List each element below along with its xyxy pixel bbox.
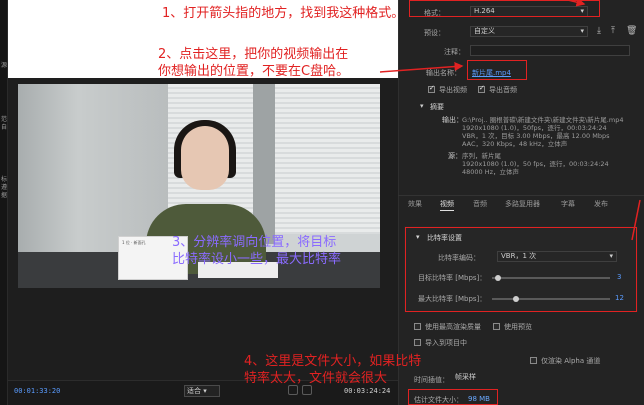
alpha-only-checkbox[interactable] bbox=[530, 357, 537, 364]
comment-input[interactable] bbox=[470, 45, 630, 56]
source-summary-label: 源： bbox=[448, 152, 462, 160]
annotation-step1: 1、打开箭头指的地方，找到我这种格式。 bbox=[162, 6, 405, 21]
duration-timecode: 00:03:24:24 bbox=[344, 387, 391, 395]
max-render-checkbox[interactable] bbox=[414, 323, 421, 330]
output-highlight-box bbox=[467, 60, 527, 80]
annotation-step4-line1: 4、这里是文件大小，如果比特 bbox=[244, 354, 422, 369]
tab-captions[interactable]: 字幕 bbox=[561, 199, 575, 209]
export-video-label: 导出视频 bbox=[439, 86, 467, 94]
preset-label: 预设： bbox=[424, 29, 445, 37]
annotation-step3-line2: 比特率设小一些，最大比特率 bbox=[172, 252, 342, 267]
output-summary-line: 1920x1080 (1.0)，50fps，逐行，00:03:24:24 bbox=[462, 124, 607, 132]
summary-title: 摘要 bbox=[430, 103, 444, 111]
comment-label: 注释： bbox=[444, 48, 465, 56]
export-audio-label: 导出音频 bbox=[489, 86, 517, 94]
delete-preset-icon[interactable]: 🗑 bbox=[626, 26, 637, 36]
annotation-step2-line2: 你想输出的位置，不要在C盘哈。 bbox=[158, 64, 350, 79]
export-video-checkbox[interactable] bbox=[428, 84, 435, 93]
chevron-down-icon: ▾ bbox=[580, 27, 584, 35]
source-summary-line: 序列，新片尾 bbox=[462, 152, 501, 160]
output-summary-label: 输出： bbox=[442, 116, 463, 124]
output-summary-line: G:\Proj.. 圈根普碳\新建文件夹\新建文件夹\新片尾.mp4 bbox=[462, 116, 624, 124]
output-name-label: 输出名称： bbox=[426, 69, 461, 77]
source-summary-line: 48000 Hz，立体声 bbox=[462, 168, 520, 176]
import-project-checkbox[interactable] bbox=[414, 339, 421, 346]
export-audio-checkbox[interactable] bbox=[478, 84, 485, 93]
max-render-label: 使用最高渲染质量 bbox=[425, 323, 481, 331]
time-interp-label: 时间插值： bbox=[414, 376, 449, 384]
tab-effects[interactable]: 效果 bbox=[408, 199, 422, 209]
fit-label: 适合 bbox=[187, 387, 201, 395]
source-summary-line: 1920x1080 (1.0)，50 fps，逐行，00:03:24:24 bbox=[462, 160, 609, 168]
time-interp-value: 帧采样 bbox=[455, 373, 476, 381]
use-preview-label: 使用预览 bbox=[504, 323, 532, 331]
tab-video[interactable]: 视频 bbox=[440, 199, 454, 211]
annotation-step2-line1: 2、点击这里，把你的视频输出在 bbox=[158, 47, 349, 62]
strip-label: 据 bbox=[1, 192, 8, 199]
format-highlight-box bbox=[409, 0, 600, 17]
strip-label: 遵 bbox=[1, 184, 8, 191]
summary-toggle-icon[interactable]: ▾ bbox=[420, 102, 424, 110]
time-interp-select[interactable]: 帧采样 bbox=[452, 373, 572, 384]
strip-label: 自 bbox=[1, 124, 8, 131]
preset-select[interactable]: 自定义 ▾ bbox=[470, 26, 588, 37]
output-summary-line: VBR，1 次，目标 3.00 Mbps，最高 12.00 Mbps bbox=[462, 132, 610, 140]
import-project-label: 导入到项目中 bbox=[425, 339, 467, 347]
tab-multiplexer[interactable]: 多路复用器 bbox=[505, 199, 540, 209]
preset-value: 自定义 bbox=[474, 27, 495, 35]
bitrate-highlight-box bbox=[405, 227, 637, 312]
current-timecode[interactable]: 00:01:33:20 bbox=[14, 387, 60, 395]
fit-select[interactable]: 适合 ▾ bbox=[184, 385, 220, 397]
use-preview-checkbox[interactable] bbox=[493, 323, 500, 330]
tab-audio[interactable]: 音频 bbox=[473, 199, 487, 209]
alpha-only-label: 仅渲染 Alpha 通道 bbox=[541, 357, 601, 365]
file-size-highlight-box bbox=[408, 389, 498, 405]
output-summary-line: AAC，320 Kbps，48 kHz，立体声 bbox=[462, 140, 568, 148]
annotation-step3-line1: 3、分辨率调向位置，将目标 bbox=[172, 235, 337, 250]
import-preset-icon[interactable]: ⤒ bbox=[611, 26, 615, 36]
strip-label: 标 bbox=[1, 176, 8, 183]
strip-label: 源 bbox=[1, 62, 8, 69]
save-preset-icon[interactable]: ⤓ bbox=[597, 26, 601, 36]
source-strip: 源 范 自 标 遵 据 bbox=[0, 0, 8, 405]
annotation-step4-line2: 特率太大，文件就会很大 bbox=[244, 371, 388, 386]
tab-publish[interactable]: 发布 bbox=[594, 199, 608, 209]
strip-label: 范 bbox=[1, 116, 8, 123]
